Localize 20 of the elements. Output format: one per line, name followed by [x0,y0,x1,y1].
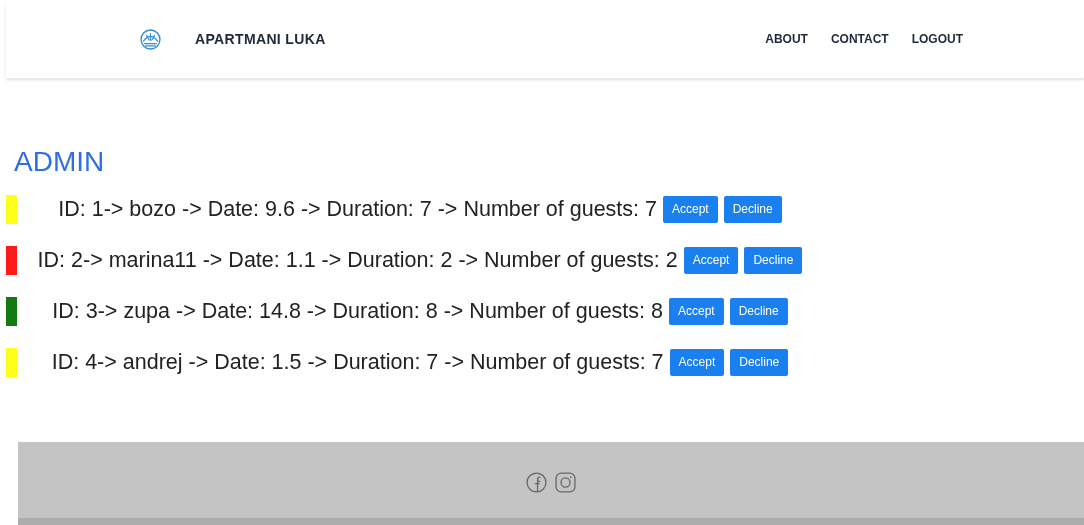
accept-button[interactable]: Accept [669,348,725,376]
decline-button[interactable]: Decline [729,297,788,325]
brand-name[interactable]: APARTMANI LUKA [195,28,326,50]
nav-link[interactable]: LOGOUT [911,30,963,48]
instagram-icon[interactable] [555,472,576,493]
accept-button[interactable]: Accept [683,246,739,274]
page-title: ADMIN [14,148,106,176]
nav-link[interactable]: ABOUT [765,30,808,48]
decline-button[interactable]: Decline [723,195,782,223]
reservation-text: ID: 4-> andrej -> Date: 1.5 -> Duration: 7 -> Number of guests: 7 [51,348,664,376]
sun-logo-icon [140,28,161,50]
decline-button[interactable]: Decline [744,246,803,274]
accept-button[interactable]: Accept [668,297,724,325]
nav-link[interactable]: CONTACT [830,30,889,48]
accept-button[interactable]: Accept [663,195,718,223]
reservation-text: ID: 1-> bozo -> Date: 9.6 -> Duration: 7 -> Number of guests: 7 [58,195,657,223]
reservation-text: ID: 3-> zupa -> Date: 14.8 -> Duration: 8 -> Number of guests: 8 [52,297,663,325]
decline-button[interactable]: Decline [730,348,789,376]
reservation-text: ID: 2-> marina11 -> Date: 1.1 -> Duration: 2 -> Number of guests: 2 [37,246,678,274]
facebook-icon[interactable] [526,472,547,493]
